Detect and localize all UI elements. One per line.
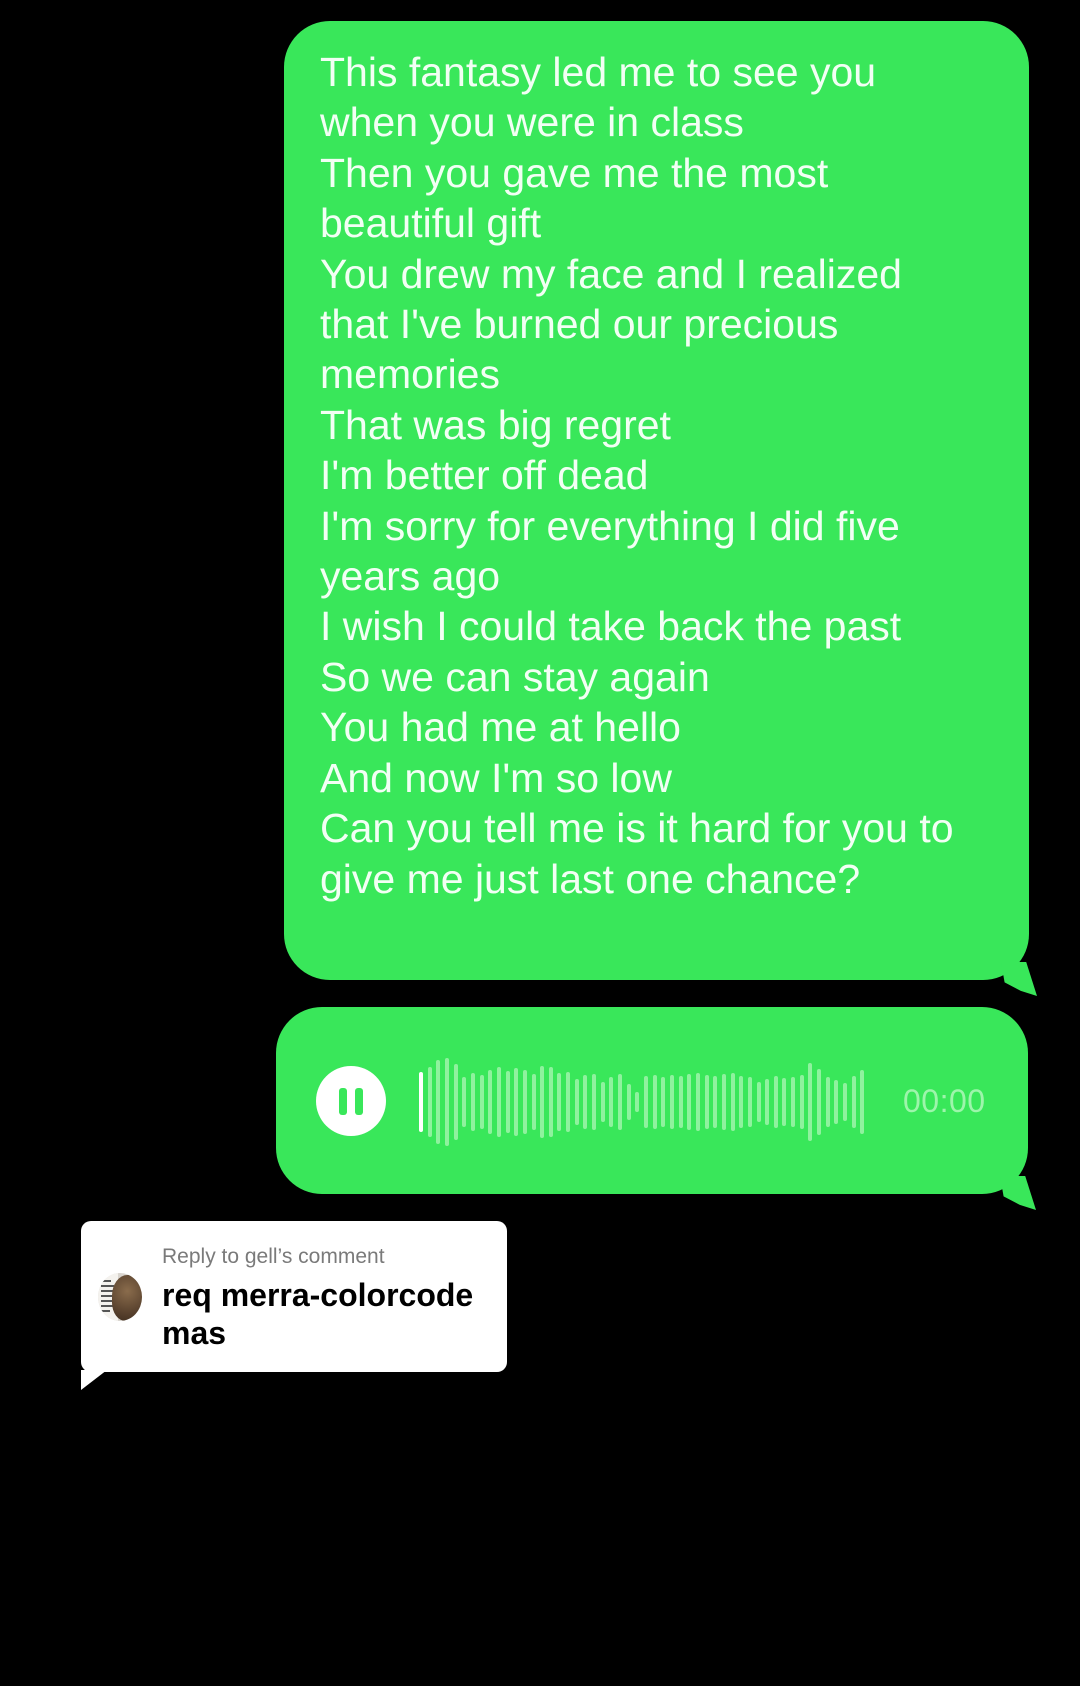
waveform-bar	[548, 1067, 553, 1137]
lyrics-line: And now I'm so low	[320, 754, 672, 801]
waveform-bar	[496, 1067, 501, 1137]
waveform-bar	[600, 1082, 605, 1122]
waveform-bar	[791, 1077, 796, 1127]
waveform-bar	[522, 1070, 527, 1134]
lyrics-line: That was big regret	[320, 401, 671, 448]
lyrics-line: that I've burned our precious	[320, 301, 839, 348]
waveform-bar	[652, 1075, 657, 1129]
waveform-bar	[531, 1074, 536, 1130]
waveform-bar	[419, 1072, 423, 1132]
waveform-bar	[453, 1064, 458, 1140]
reply-comment-text: req merra-colorcode mas	[162, 1277, 474, 1351]
lyrics-line: You had me at hello	[320, 704, 681, 751]
lyrics-message-bubble[interactable]: This fantasy led me to see you when you …	[284, 21, 1037, 996]
lyrics-line: beautiful gift	[320, 200, 542, 247]
waveform-bar	[626, 1084, 631, 1120]
voice-duration: 00:00	[903, 1083, 986, 1119]
waveform-bar	[462, 1077, 467, 1127]
waveform-bar	[799, 1075, 804, 1129]
avatar	[98, 1273, 142, 1321]
waveform-bar	[695, 1073, 700, 1131]
lyrics-line: when you were in class	[320, 99, 744, 146]
waveform-bar	[540, 1066, 545, 1138]
lyrics-line: memories	[320, 351, 500, 398]
lyrics-line: You drew my face and I realized	[320, 250, 902, 297]
lyrics-line: years ago	[320, 553, 501, 600]
waveform-bar	[782, 1078, 787, 1126]
waveform-bar	[808, 1063, 813, 1141]
waveform-bar	[834, 1080, 839, 1124]
waveform-bar	[566, 1072, 571, 1132]
waveform-bar	[609, 1077, 614, 1127]
waveform-bar	[765, 1079, 770, 1125]
waveform-bar	[843, 1083, 848, 1121]
waveform-bar	[592, 1074, 597, 1130]
waveform-bar	[505, 1071, 510, 1133]
bubble-tail	[1000, 1176, 1036, 1210]
waveform-bar	[713, 1076, 718, 1128]
waveform-bar	[687, 1074, 692, 1130]
lyrics-line: So we can stay again	[320, 653, 710, 700]
waveform-bar	[427, 1067, 432, 1137]
waveform-bar	[825, 1077, 830, 1127]
reply-label: Reply to gell’s comment	[162, 1245, 385, 1268]
lyrics-text: This fantasy led me to see you when you …	[320, 47, 1009, 904]
waveform-bar	[557, 1073, 562, 1131]
waveform-bar	[574, 1079, 579, 1125]
waveform-bar	[730, 1073, 735, 1131]
bubble-tail	[1001, 962, 1037, 996]
waveform-bar	[817, 1069, 822, 1135]
lyrics-line: Can you tell me is it hard for you to	[320, 805, 954, 852]
waveform-bar	[756, 1082, 761, 1122]
waveform-bar	[678, 1076, 683, 1128]
card-tail	[81, 1370, 107, 1390]
pause-button[interactable]	[316, 1066, 386, 1136]
waveform-bar	[514, 1068, 519, 1136]
waveform-bar	[747, 1077, 752, 1127]
lyrics-line: This fantasy led me to see you	[320, 49, 877, 95]
waveform-bar	[851, 1076, 856, 1128]
waveform-bar	[721, 1074, 726, 1130]
waveform-bar	[436, 1060, 441, 1144]
waveform-bar	[773, 1076, 778, 1128]
waveform-bar	[644, 1076, 648, 1128]
waveform-bar	[444, 1058, 449, 1146]
waveform-bar	[661, 1077, 666, 1127]
waveform-bar	[635, 1092, 640, 1112]
waveform-bar	[470, 1073, 475, 1131]
lyrics-line: I'm sorry for everything I did five	[320, 502, 900, 549]
audio-waveform[interactable]	[419, 1057, 869, 1147]
lyrics-line: I'm better off dead	[320, 452, 649, 499]
voice-message-bubble[interactable]: 00:00	[276, 1007, 1036, 1210]
lyrics-line: I wish I could take back the past	[320, 603, 902, 650]
waveform-bar	[618, 1074, 623, 1130]
waveform-bar	[479, 1075, 484, 1129]
waveform-bar	[669, 1075, 674, 1129]
waveform-bar	[704, 1075, 709, 1129]
waveform-bar	[583, 1075, 588, 1129]
lyrics-line: Then you gave me the most	[320, 149, 829, 196]
reply-comment-card[interactable]: Reply to gell’s comment req merra-colorc…	[81, 1221, 507, 1390]
lyrics-line: give me just last one chance?	[320, 855, 861, 902]
waveform-bar	[739, 1076, 744, 1128]
waveform-bar	[860, 1070, 865, 1134]
waveform-bar	[488, 1070, 493, 1134]
